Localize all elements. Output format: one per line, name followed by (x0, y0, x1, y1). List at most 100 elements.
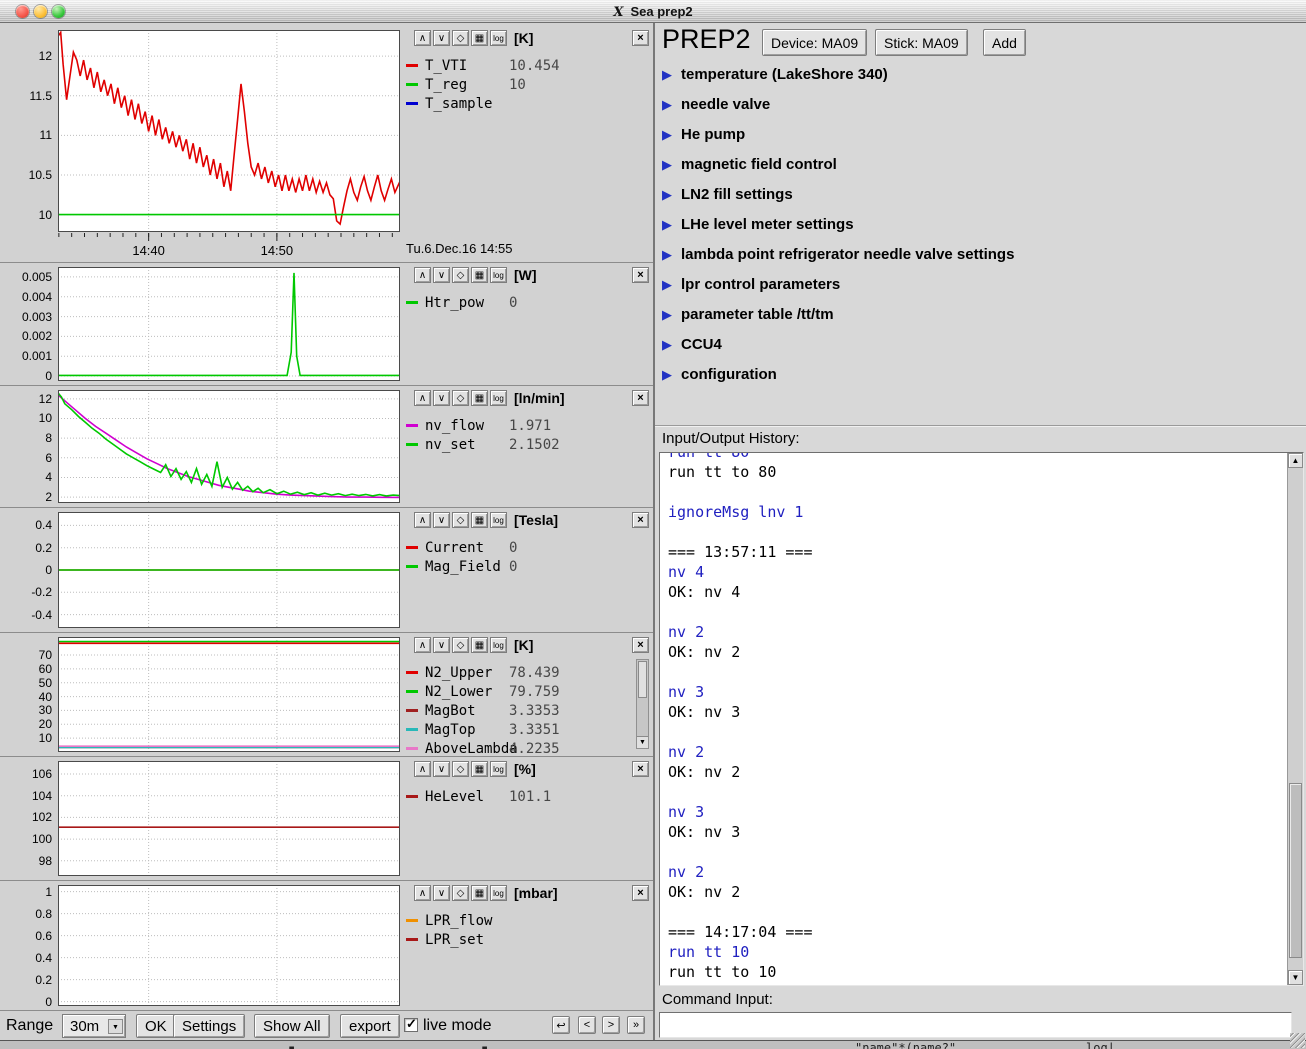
close-plot-button[interactable]: × (632, 30, 649, 46)
scroll-down-button[interactable]: ▼ (1288, 970, 1303, 985)
scrollbar-thumb[interactable] (638, 661, 647, 698)
log-scale-button[interactable]: log (490, 390, 507, 406)
autoscale-button[interactable]: ◇ (452, 885, 469, 901)
legend-entry[interactable]: MagTop3.3351 (406, 720, 631, 739)
command-input[interactable] (659, 1012, 1292, 1038)
zoom-out-y-button[interactable]: ∨ (433, 390, 450, 406)
x-axis-tick-label: 14:50 (257, 243, 297, 258)
grid-toggle-button[interactable]: ▦ (471, 761, 488, 777)
grid-toggle-button[interactable]: ▦ (471, 30, 488, 46)
legend-entry[interactable]: T_reg10 (406, 75, 631, 94)
section-row[interactable]: ▶CCU4 (662, 329, 722, 359)
close-plot-button[interactable]: × (632, 512, 649, 528)
close-plot-button[interactable]: × (632, 637, 649, 653)
io-history-console[interactable]: run tt 80run tt to 80 ignoreMsg lnv 1 ==… (659, 452, 1304, 986)
section-row[interactable]: ▶temperature (LakeShore 340) (662, 59, 888, 89)
legend-scrollbar[interactable]: ▼ (636, 659, 649, 749)
zoom-in-y-button[interactable]: ∧ (414, 885, 431, 901)
log-scale-button[interactable]: log (490, 267, 507, 283)
autoscale-button[interactable]: ◇ (452, 637, 469, 653)
legend-entry[interactable]: LPR_set (406, 930, 631, 949)
export-button[interactable]: export (340, 1014, 400, 1038)
section-row[interactable]: ▶magnetic field control (662, 149, 837, 179)
legend-entry[interactable]: nv_set2.1502 (406, 435, 631, 454)
zoom-out-y-button[interactable]: ∨ (433, 267, 450, 283)
legend-entry[interactable]: N2_Upper78.439 (406, 663, 631, 682)
console-line: OK: nv 3 (668, 822, 1283, 842)
autoscale-button[interactable]: ◇ (452, 30, 469, 46)
reset-view-button[interactable]: ↩ (552, 1016, 570, 1034)
pan-right-button[interactable]: > (602, 1016, 620, 1034)
jump-to-live-button[interactable]: » (627, 1016, 645, 1034)
series-color-dash (406, 747, 418, 750)
live-mode-checkbox[interactable]: ✓ (404, 1018, 418, 1032)
log-scale-button[interactable]: log (490, 885, 507, 901)
autoscale-button[interactable]: ◇ (452, 390, 469, 406)
console-scrollbar[interactable]: ▲ ▼ (1287, 453, 1303, 985)
legend-entry[interactable]: nv_flow1.971 (406, 416, 631, 435)
plot-area[interactable] (58, 30, 400, 232)
legend-entry[interactable]: Mag_Field0 (406, 557, 631, 576)
close-plot-button[interactable]: × (632, 885, 649, 901)
zoom-out-y-button[interactable]: ∨ (433, 761, 450, 777)
grid-toggle-button[interactable]: ▦ (471, 512, 488, 528)
zoom-in-y-button[interactable]: ∧ (414, 637, 431, 653)
zoom-in-y-button[interactable]: ∧ (414, 267, 431, 283)
legend-entry[interactable]: HeLevel101.1 (406, 787, 631, 806)
plot-area[interactable] (58, 637, 400, 752)
zoom-out-y-button[interactable]: ∨ (433, 885, 450, 901)
scroll-down-icon[interactable]: ▼ (637, 736, 648, 748)
section-row[interactable]: ▶configuration (662, 359, 777, 389)
zoom-in-y-button[interactable]: ∧ (414, 512, 431, 528)
pan-left-button[interactable]: < (578, 1016, 596, 1034)
plot-area[interactable] (58, 390, 400, 503)
plot-area[interactable] (58, 885, 400, 1006)
section-row[interactable]: ▶parameter table /tt/tm (662, 299, 834, 329)
autoscale-button[interactable]: ◇ (452, 761, 469, 777)
grid-toggle-button[interactable]: ▦ (471, 637, 488, 653)
legend-entry[interactable]: Current0 (406, 538, 631, 557)
zoom-in-y-button[interactable]: ∧ (414, 30, 431, 46)
zoom-out-y-button[interactable]: ∨ (433, 512, 450, 528)
section-row[interactable]: ▶LN2 fill settings (662, 179, 793, 209)
plot-area[interactable] (58, 267, 400, 381)
section-label: parameter table /tt/tm (681, 306, 834, 323)
range-dropdown[interactable]: 30m ▼ (62, 1014, 126, 1038)
close-plot-button[interactable]: × (632, 761, 649, 777)
show-all-button[interactable]: Show All (254, 1014, 330, 1038)
section-row[interactable]: ▶lpr control parameters (662, 269, 840, 299)
grid-toggle-button[interactable]: ▦ (471, 885, 488, 901)
log-scale-button[interactable]: log (490, 761, 507, 777)
close-plot-button[interactable]: × (632, 390, 649, 406)
scrollbar-thumb[interactable] (1289, 783, 1302, 959)
legend-entry[interactable]: T_sample (406, 94, 631, 113)
close-plot-button[interactable]: × (632, 267, 649, 283)
series-color-dash (406, 443, 418, 446)
section-row[interactable]: ▶He pump (662, 119, 745, 149)
zoom-in-y-button[interactable]: ∧ (414, 390, 431, 406)
grid-toggle-button[interactable]: ▦ (471, 390, 488, 406)
section-row[interactable]: ▶LHe level meter settings (662, 209, 854, 239)
log-scale-button[interactable]: log (490, 637, 507, 653)
log-scale-button[interactable]: log (490, 512, 507, 528)
legend-entry[interactable]: T_VTI10.454 (406, 56, 631, 75)
autoscale-button[interactable]: ◇ (452, 267, 469, 283)
legend-entry[interactable]: N2_Lower79.759 (406, 682, 631, 701)
ok-button[interactable]: OK (136, 1014, 176, 1038)
scroll-up-button[interactable]: ▲ (1288, 453, 1303, 468)
zoom-out-y-button[interactable]: ∨ (433, 30, 450, 46)
zoom-in-y-button[interactable]: ∧ (414, 761, 431, 777)
grid-toggle-button[interactable]: ▦ (471, 267, 488, 283)
legend-entry[interactable]: LPR_flow (406, 911, 631, 930)
autoscale-button[interactable]: ◇ (452, 512, 469, 528)
resize-grip[interactable] (1290, 1033, 1305, 1048)
legend-entry[interactable]: MagBot3.3353 (406, 701, 631, 720)
plot-area[interactable] (58, 761, 400, 876)
zoom-out-y-button[interactable]: ∨ (433, 637, 450, 653)
settings-button[interactable]: Settings (173, 1014, 245, 1038)
log-scale-button[interactable]: log (490, 30, 507, 46)
section-row[interactable]: ▶lambda point refrigerator needle valve … (662, 239, 1014, 269)
legend-entry[interactable]: Htr_pow0 (406, 293, 631, 312)
plot-area[interactable] (58, 512, 400, 628)
section-row[interactable]: ▶needle valve (662, 89, 770, 119)
